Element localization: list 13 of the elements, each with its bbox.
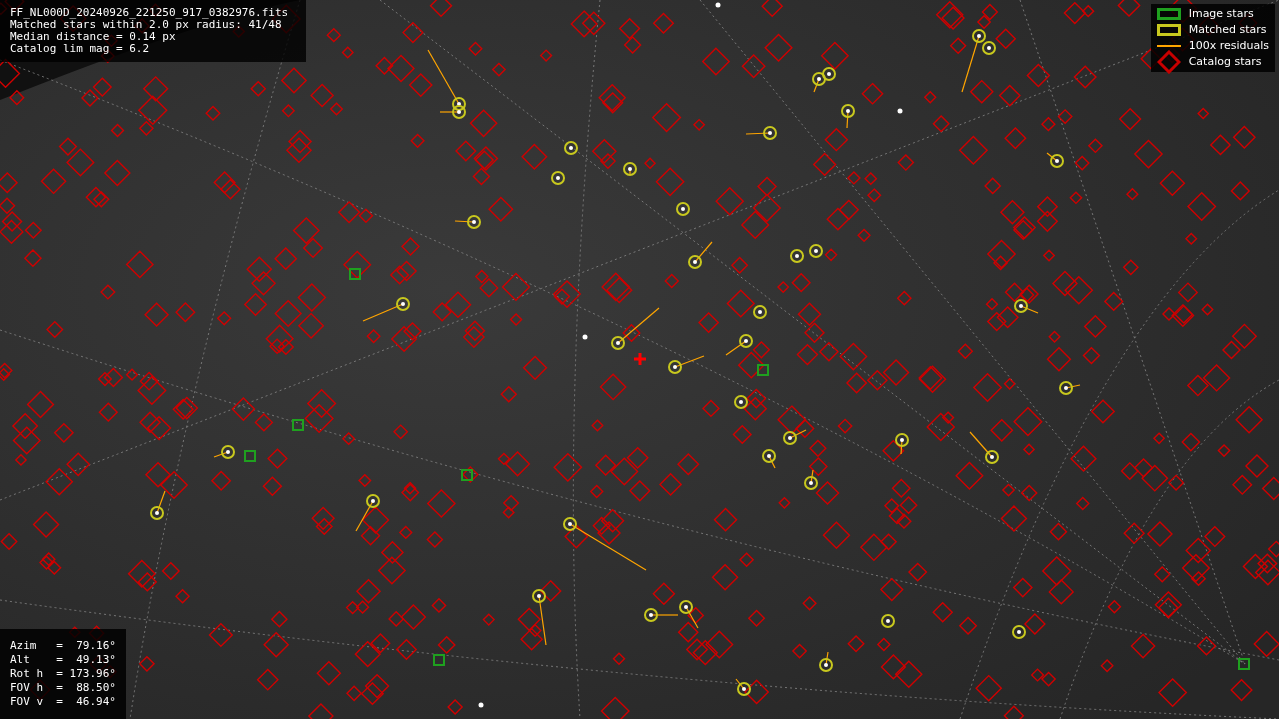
pointing-line: FOV v = 46.94° <box>10 695 116 709</box>
legend-label: Matched stars <box>1188 21 1267 38</box>
legend-label: 100x residuals <box>1188 37 1269 54</box>
pointing-line: FOV h = 88.50° <box>10 681 116 695</box>
info-line: Matched stars within 2.0 px radius: 41/48 <box>10 19 282 31</box>
info-line: Median distance = 0.14 px <box>10 31 177 43</box>
info-line: Catalog lim mag = 6.2 <box>10 43 151 55</box>
legend-label: Image stars <box>1188 5 1254 22</box>
legend-label: Catalog stars <box>1188 53 1262 70</box>
pointing-line: Rot h = 173.96° <box>10 667 116 681</box>
pointing-line: Azim = 79.16° <box>10 639 116 653</box>
info-line: FF_NL000D_20240926_221250_917_0382976.fits <box>10 7 290 19</box>
pointing-line: Alt = 49.13° <box>10 653 116 667</box>
